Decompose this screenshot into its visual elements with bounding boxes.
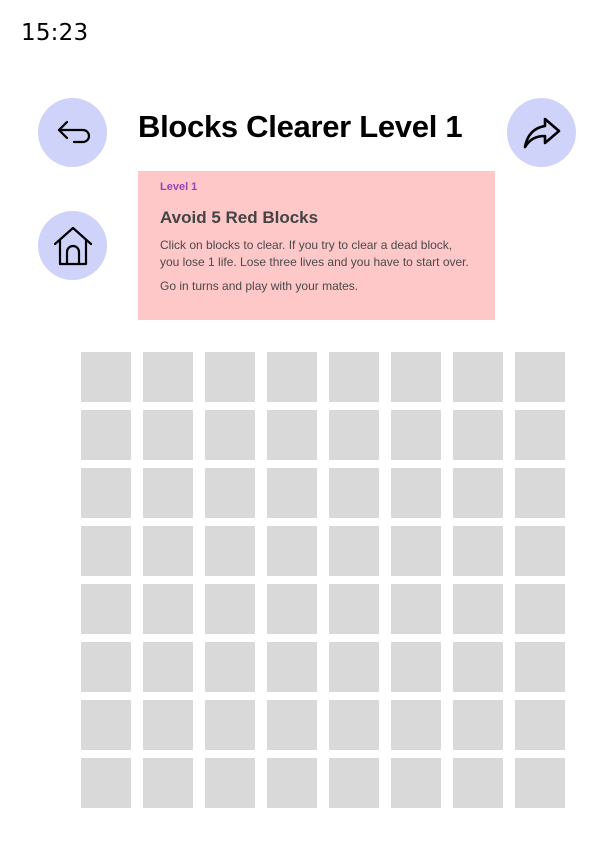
grid-block[interactable] [205, 700, 255, 750]
grid-block[interactable] [81, 584, 131, 634]
grid-block[interactable] [81, 642, 131, 692]
grid-block[interactable] [143, 584, 193, 634]
grid-block[interactable] [329, 584, 379, 634]
grid-block[interactable] [205, 642, 255, 692]
level-tag: Level 1 [160, 181, 198, 193]
grid-block[interactable] [81, 700, 131, 750]
grid-block[interactable] [515, 410, 565, 460]
status-bar-time: 15:23 [21, 20, 89, 46]
grid-block[interactable] [453, 410, 503, 460]
grid-block[interactable] [267, 642, 317, 692]
grid-block[interactable] [205, 584, 255, 634]
grid-block[interactable] [391, 642, 441, 692]
grid-block[interactable] [143, 410, 193, 460]
grid-block[interactable] [453, 468, 503, 518]
grid-block[interactable] [143, 526, 193, 576]
grid-block[interactable] [267, 468, 317, 518]
grid-block[interactable] [453, 642, 503, 692]
grid-block[interactable] [267, 584, 317, 634]
share-forward-arrow-icon [523, 117, 560, 148]
card-instructions: Click on blocks to clear. If you try to … [160, 238, 469, 269]
grid-block[interactable] [267, 410, 317, 460]
grid-block[interactable] [515, 526, 565, 576]
grid-block[interactable] [515, 700, 565, 750]
grid-block[interactable] [205, 526, 255, 576]
grid-block[interactable] [205, 758, 255, 808]
grid-block[interactable] [515, 584, 565, 634]
grid-block[interactable] [515, 468, 565, 518]
grid-block[interactable] [329, 758, 379, 808]
grid-block[interactable] [81, 758, 131, 808]
grid-block[interactable] [143, 758, 193, 808]
grid-block[interactable] [267, 526, 317, 576]
grid-block[interactable] [453, 584, 503, 634]
grid-block[interactable] [329, 700, 379, 750]
grid-block[interactable] [329, 526, 379, 576]
page-title: Blocks Clearer Level 1 [138, 109, 463, 144]
grid-block[interactable] [515, 352, 565, 402]
grid-block[interactable] [143, 352, 193, 402]
back-button[interactable] [38, 98, 107, 167]
grid-block[interactable] [329, 352, 379, 402]
grid-block[interactable] [391, 468, 441, 518]
grid-block[interactable] [515, 758, 565, 808]
grid-block[interactable] [391, 758, 441, 808]
grid-block[interactable] [515, 642, 565, 692]
home-button[interactable] [38, 211, 107, 280]
grid-block[interactable] [329, 642, 379, 692]
grid-block[interactable] [81, 526, 131, 576]
block-grid [81, 352, 565, 808]
grid-block[interactable] [391, 410, 441, 460]
grid-block[interactable] [205, 410, 255, 460]
grid-block[interactable] [391, 584, 441, 634]
grid-block[interactable] [81, 468, 131, 518]
level-info-card: Level 1 Avoid 5 Red Blocks Click on bloc… [138, 171, 495, 320]
grid-block[interactable] [205, 468, 255, 518]
grid-block[interactable] [267, 352, 317, 402]
grid-block[interactable] [81, 352, 131, 402]
grid-block[interactable] [267, 758, 317, 808]
home-icon [53, 226, 92, 265]
grid-block[interactable] [453, 700, 503, 750]
return-arrow-icon [57, 120, 90, 143]
grid-block[interactable] [205, 352, 255, 402]
card-footer-note: Go in turns and play with your mates. [160, 279, 359, 293]
grid-block[interactable] [453, 352, 503, 402]
grid-block[interactable] [453, 758, 503, 808]
grid-block[interactable] [329, 468, 379, 518]
grid-block[interactable] [267, 700, 317, 750]
grid-block[interactable] [391, 352, 441, 402]
share-button[interactable] [507, 98, 576, 167]
grid-block[interactable] [143, 642, 193, 692]
grid-block[interactable] [391, 526, 441, 576]
grid-block[interactable] [329, 410, 379, 460]
grid-block[interactable] [143, 700, 193, 750]
grid-block[interactable] [391, 700, 441, 750]
grid-block[interactable] [143, 468, 193, 518]
card-heading: Avoid 5 Red Blocks [160, 208, 319, 227]
grid-block[interactable] [81, 410, 131, 460]
grid-block[interactable] [453, 526, 503, 576]
